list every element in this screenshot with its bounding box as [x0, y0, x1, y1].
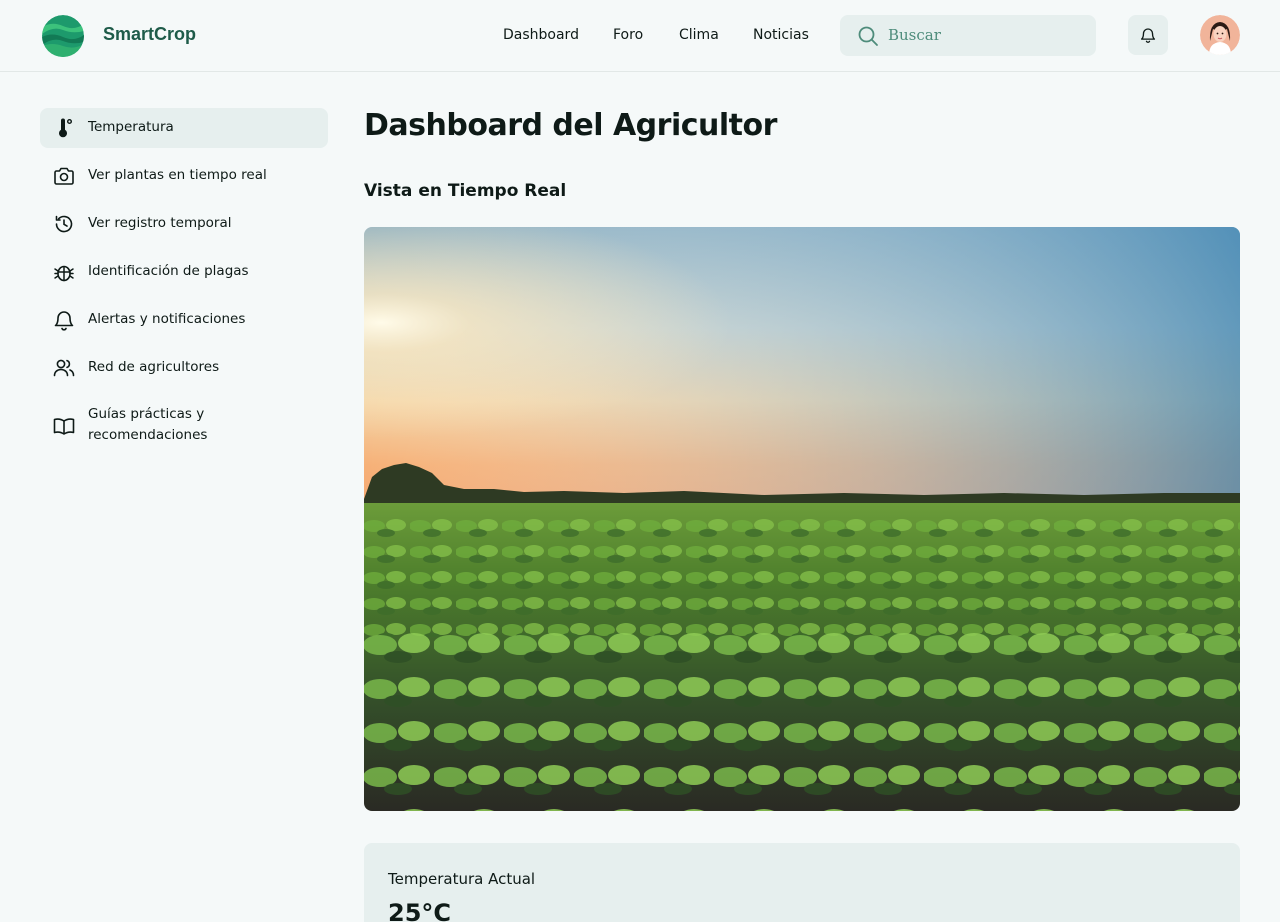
page-title: Dashboard del Agricultor [364, 108, 777, 143]
sidebar-item-label: Red de agricultores [88, 359, 220, 375]
live-view-title: Vista en Tiempo Real [364, 181, 567, 201]
temperature-value: 25°C [388, 899, 452, 922]
nav-foro[interactable]: Foro [613, 27, 643, 43]
nav-noticias[interactable]: Noticias [753, 27, 809, 43]
camera-icon [54, 167, 74, 185]
bell-icon [54, 311, 74, 331]
search-icon [858, 26, 878, 46]
sidebar-item-red[interactable]: Red de agricultores [40, 348, 328, 388]
sidebar-item-label: Guías prácticas y recomendaciones [88, 406, 208, 443]
sidebar-item-label: Ver plantas en tiempo real [88, 167, 267, 183]
sidebar-item-plantas[interactable]: Ver plantas en tiempo real [40, 156, 328, 196]
sidebar-item-label: Temperatura [88, 119, 174, 135]
nav-dashboard[interactable]: Dashboard [503, 27, 579, 43]
sidebar-item-alertas[interactable]: Alertas y notificaciones [40, 300, 328, 340]
temperature-card: Temperatura Actual 25°C [364, 843, 1240, 922]
sidebar-item-temperatura[interactable]: Temperatura [40, 108, 328, 148]
sidebar-item-guias[interactable]: Guías prácticas y recomendaciones [40, 401, 328, 451]
nav-clima[interactable]: Clima [679, 27, 719, 43]
search-box[interactable] [840, 15, 1096, 56]
temperature-label: Temperatura Actual [388, 870, 536, 888]
sidebar-item-label: Ver registro temporal [88, 215, 232, 231]
book-icon [53, 418, 75, 435]
sidebar-item-registro[interactable]: Ver registro temporal [40, 204, 328, 244]
user-avatar[interactable] [1200, 15, 1240, 55]
bell-icon [1140, 28, 1156, 43]
sidebar-item-label: Alertas y notificaciones [88, 311, 246, 327]
sidebar-item-label: Identificación de plagas [88, 263, 249, 279]
live-field-image[interactable] [364, 227, 1240, 811]
bug-icon [54, 265, 74, 282]
brand-name[interactable]: SmartCrop [103, 24, 196, 45]
sidebar-item-plagas[interactable]: Identificación de plagas [40, 252, 328, 292]
history-icon [55, 215, 73, 233]
notifications-button[interactable] [1128, 15, 1168, 55]
users-icon [53, 359, 75, 377]
thermometer-icon [59, 118, 72, 138]
logo-icon[interactable] [42, 15, 84, 57]
search-input[interactable] [888, 23, 1078, 47]
top-header: SmartCrop Dashboard Foro Clima Noticias [0, 0, 1280, 72]
